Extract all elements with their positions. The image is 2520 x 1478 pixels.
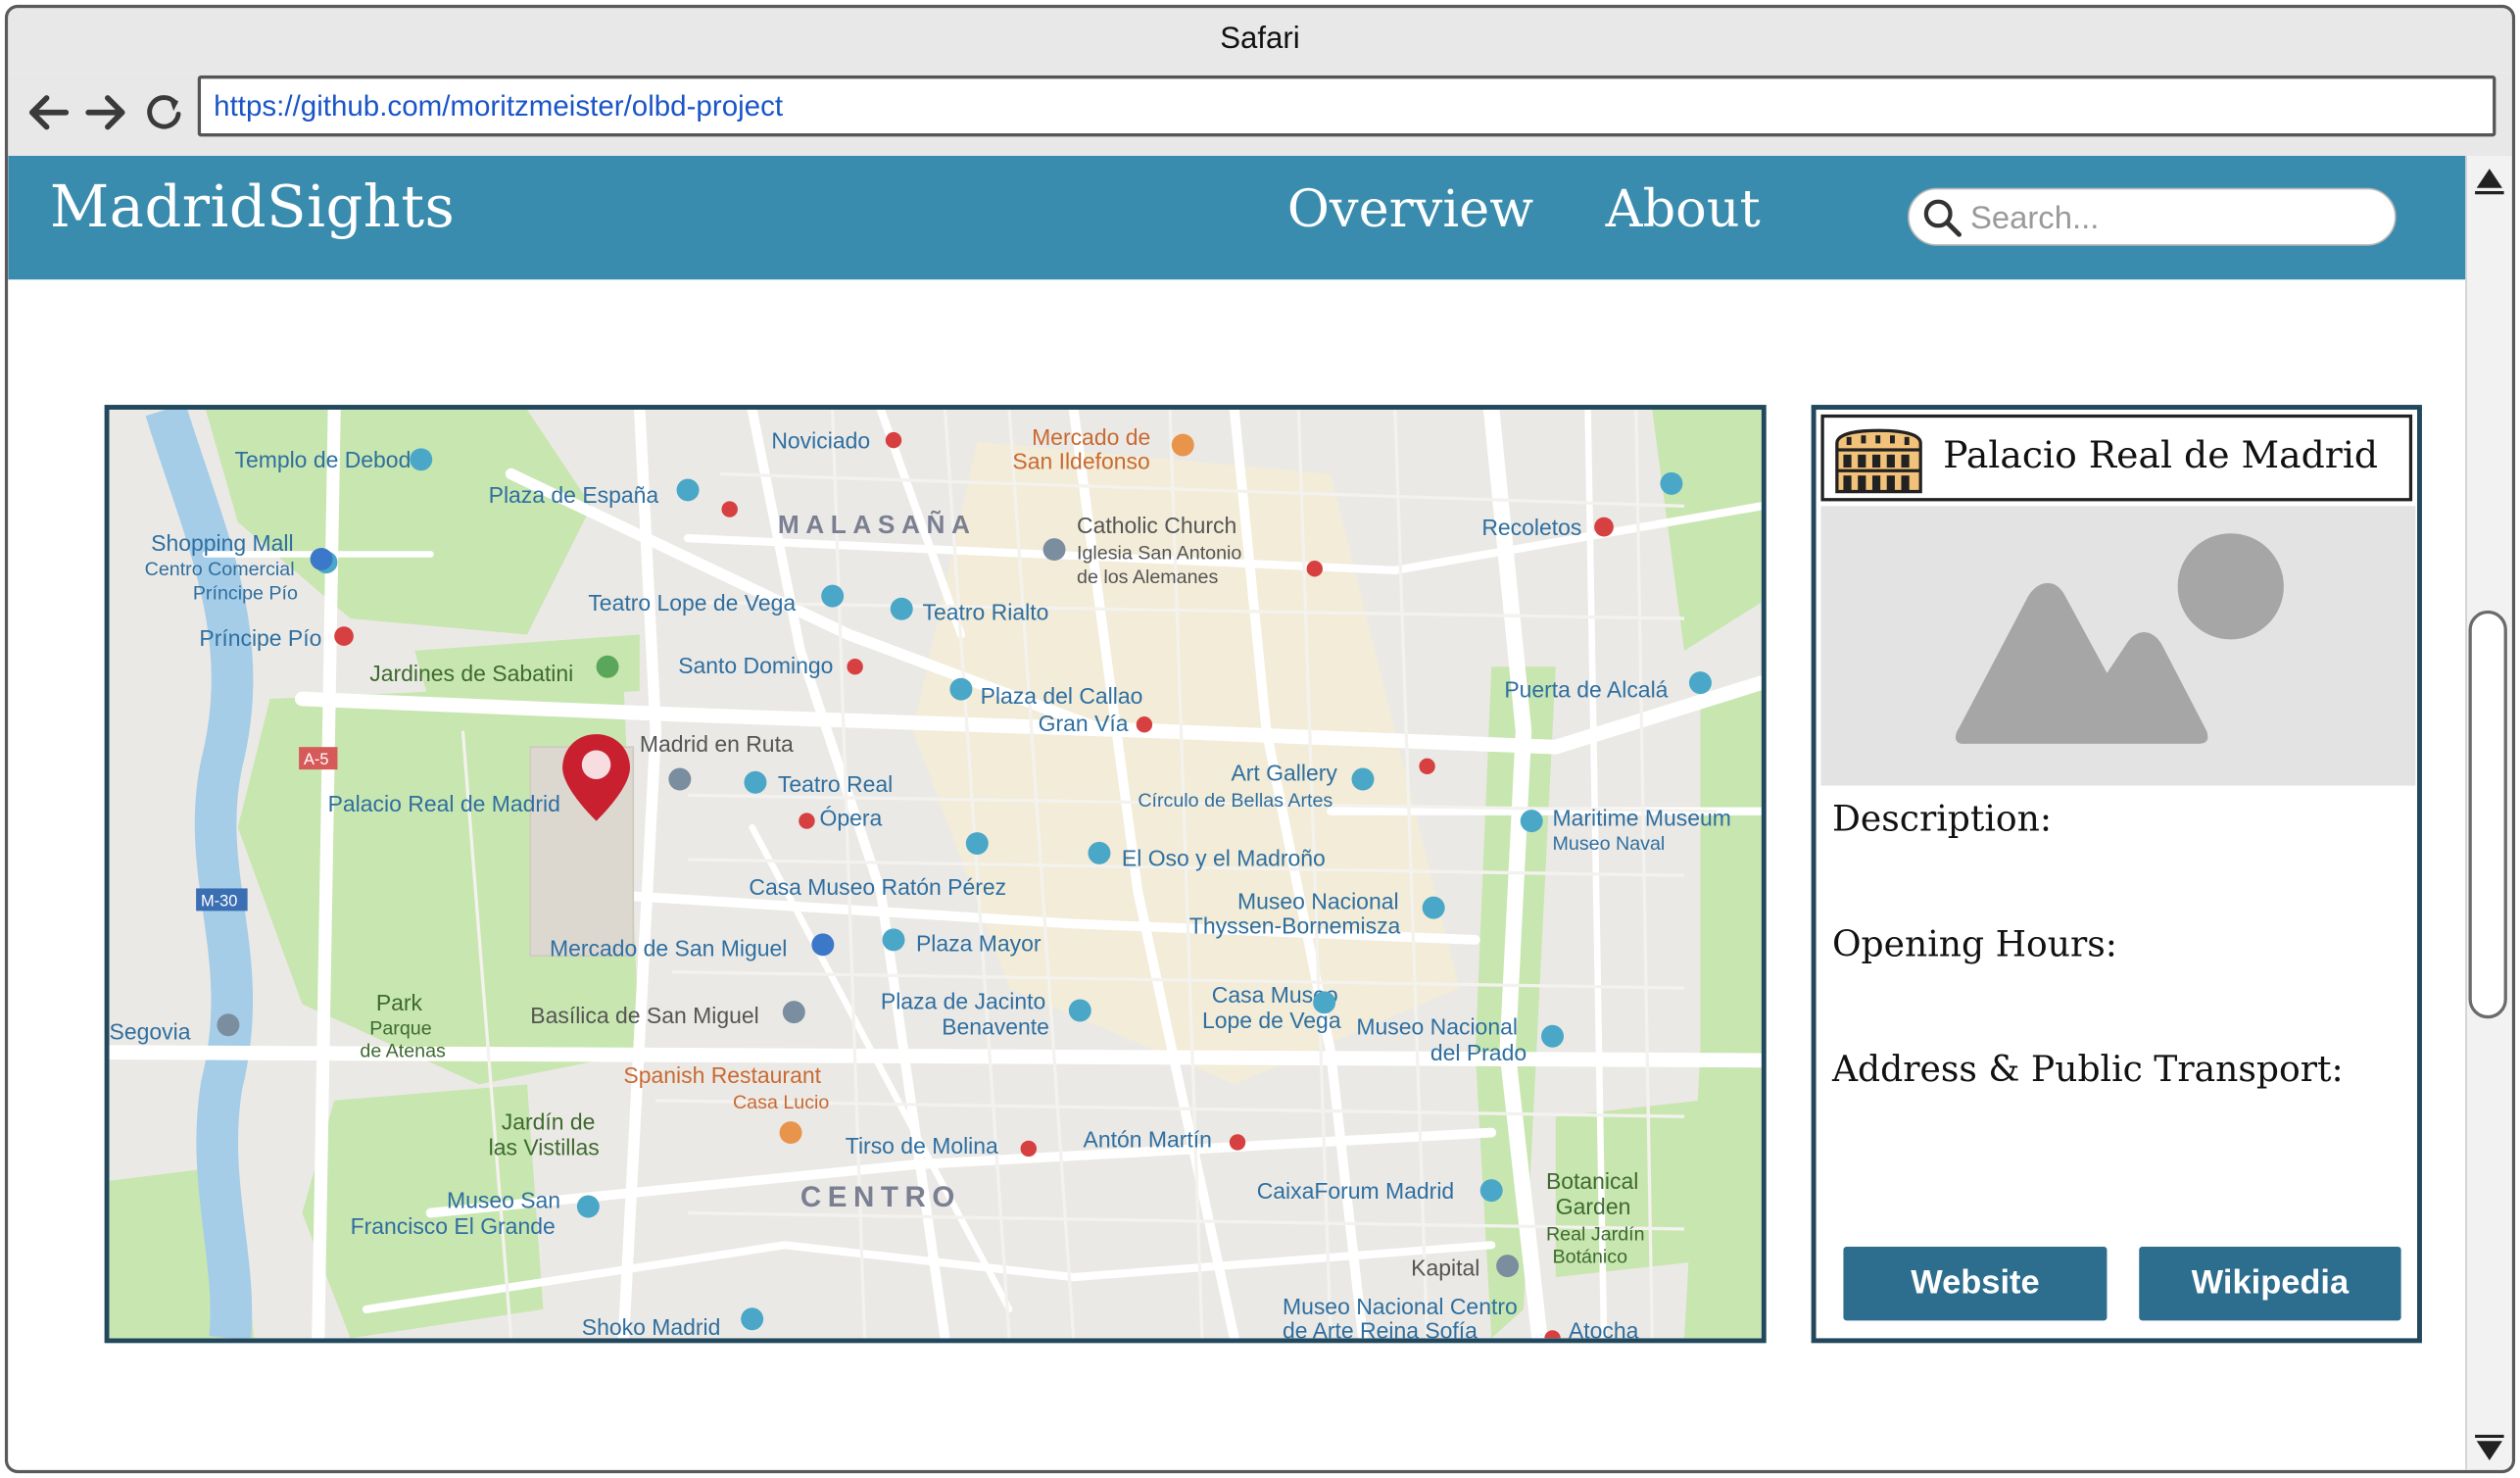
scroll-up-arrow-icon[interactable] [2472,163,2507,195]
map-label: CENTRO [800,1181,961,1213]
map-label: Thyssen-Bornemisza [1189,912,1401,938]
map-label: Parque [369,1018,431,1040]
page-viewport: MadridSights Overview About Search... Te… [8,155,2471,1470]
search-input[interactable] [1966,194,2376,243]
map-view[interactable]: Templo de Debod Plaza de España Noviciad… [104,405,1767,1344]
map-label: Gran Vía [1039,711,1129,736]
map-label: CaixaForum Madrid [1257,1178,1454,1204]
map-label: Botánico [1553,1246,1628,1267]
map-label: El Oso y el Madroño [1122,845,1326,870]
map-label: MALASAÑA [778,510,977,539]
map-label: Museo Nacional [1356,1014,1518,1040]
sight-detail-panel: Palacio Real de Madrid Description: Open… [1811,405,2422,1344]
map-label: Teatro Rialto [923,600,1049,625]
map-label: Plaza Mayor [916,930,1042,956]
reload-icon[interactable] [140,88,188,136]
map-label: Príncipe Pío [193,582,298,604]
map-label: Jardín de [502,1108,596,1134]
map-label: Casa Museo Ratón Pérez [749,874,1006,900]
map-label: Ópera [820,806,883,831]
map-label: Real Jardín [1546,1223,1645,1245]
colosseum-icon [1835,428,1922,494]
website-button[interactable]: Website [1843,1246,2108,1321]
page-scrollbar[interactable] [2465,155,2512,1470]
description-label: Description: [1831,800,2053,841]
map-label: Círculo de Bellas Artes [1138,790,1333,812]
map-label: Santo Domingo [678,653,833,678]
map-label: Museo San [447,1188,560,1213]
brand-logo-text[interactable]: MadridSights [50,175,456,241]
opening-hours-label: Opening Hours: [1831,925,2117,966]
browser-window: Safari https://github.com/moritzmeister/… [4,4,2516,1474]
panel-header: Palacio Real de Madrid [1820,414,2413,502]
map-label: de los Alemanes [1077,567,1218,588]
map-label: Antón Martín [1084,1126,1212,1152]
map-label: Noviciado [771,427,870,453]
wikipedia-button[interactable]: Wikipedia [2139,1246,2401,1321]
map-label: Museo Nacional [1237,889,1399,914]
search-box[interactable] [1908,187,2397,246]
map-label: Art Gallery [1231,761,1337,786]
map-label: Kapital [1411,1255,1479,1280]
map-label: San Ildefonso [1012,449,1149,474]
nav-overview[interactable]: Overview [1287,178,1533,239]
map-canvas[interactable]: Templo de Debod Plaza de España Noviciad… [109,409,1762,1339]
map-label: Teatro Lope de Vega [588,590,796,616]
map-label: Templo de Debod [234,447,411,472]
map-label: Madrid en Ruta [640,731,794,757]
image-placeholder-icon [1955,533,2284,744]
map-label: Basílica de San Miguel [530,1003,758,1028]
address-label: Address & Public Transport: [1831,1050,2344,1091]
map-label: Iglesia San Antonio [1077,542,1241,564]
map-label: Benavente [942,1014,1049,1040]
sight-image [1820,506,2416,786]
map-label: Plaza del Callao [981,683,1143,709]
map-label: las Vistillas [489,1135,600,1160]
map-label: Recoletos [1481,515,1581,540]
map-label: Teatro Real [778,771,893,797]
map-label: Maritime Museum [1553,806,1731,831]
arrow-right-icon[interactable] [82,88,130,136]
map-label: Plaza de España [489,482,659,508]
window-title: Safari [8,8,2512,73]
map-label: Plaza de Jacinto [881,988,1045,1013]
scroll-down-arrow-icon[interactable] [2472,1434,2507,1467]
map-label: Jardines de Sabatini [369,661,573,686]
arrow-left-icon[interactable] [24,88,73,136]
app-header: MadridSights Overview About [8,155,2471,280]
map-label: Shoko Madrid [582,1314,721,1338]
map-label: Mercado de [1032,424,1150,450]
map-label: Park [376,990,423,1015]
map-label: Tirso de Molina [846,1133,998,1158]
map-label: Garden [1556,1194,1631,1219]
map-label: del Prado [1430,1040,1527,1065]
map-label: Catholic Church [1077,513,1236,538]
road-shield-label: M-30 [201,892,237,910]
map-label: Casa Lucio [733,1092,829,1113]
map-label: Spanish Restaurant [623,1062,821,1088]
search-icon [1923,199,1962,237]
map-label: Puerta de Alcalá [1504,676,1668,702]
map-label: Museo Naval [1553,833,1666,855]
scrollbar-thumb[interactable] [2468,610,2507,1019]
url-field[interactable]: https://github.com/moritzmeister/olbd-pr… [197,75,2496,137]
map-label: de Arte Reina Sofía [1283,1317,1478,1338]
map-label: Mercado de San Miguel [550,935,787,961]
road-shield-label: A-5 [304,751,328,768]
sight-title: Palacio Real de Madrid [1943,435,2379,477]
map-label: de Atenas [360,1041,446,1062]
map-label: Atocha [1569,1317,1639,1338]
map-label: Botanical [1546,1168,1638,1194]
map-label: Museo Nacional Centro [1283,1294,1518,1319]
map-label: Príncipe Pío [199,625,321,651]
map-label: Francisco El Grande [351,1213,556,1239]
map-marker-label: Palacio Real de Madrid [328,791,560,816]
map-label: Shopping Mall [151,530,293,556]
map-label: Segovia [110,1019,191,1045]
nav-about[interactable]: About [1606,178,1761,239]
map-label: Centro Comercial [145,559,295,580]
